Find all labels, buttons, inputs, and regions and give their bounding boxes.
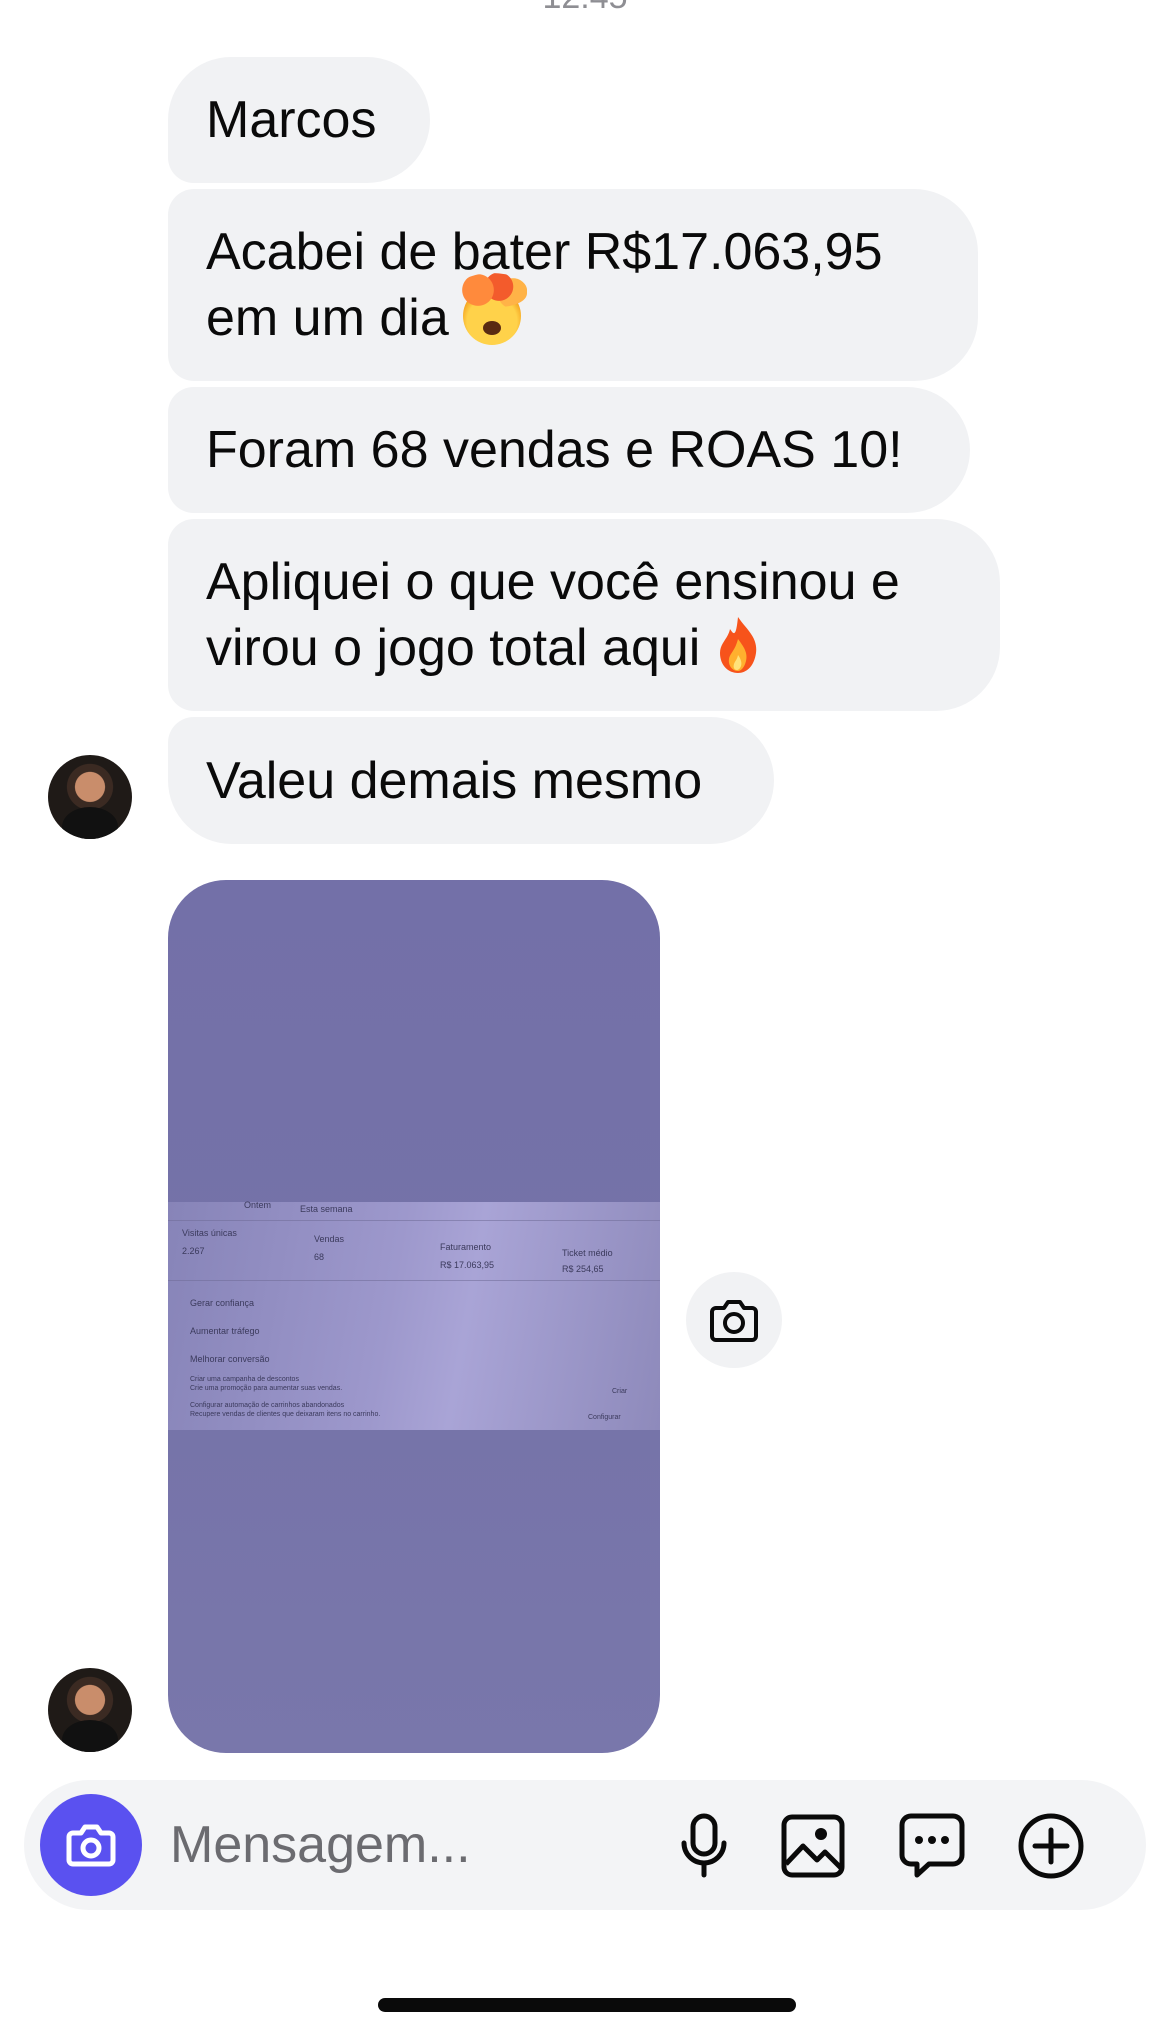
exploding-head-emoji-icon xyxy=(456,273,527,345)
metric-value: R$ 17.063,95 xyxy=(440,1260,495,1270)
message-text: Apliquei o que você ensinou e virou o jo… xyxy=(206,553,900,677)
message-text: Marcos xyxy=(206,91,377,149)
metric-label: Faturamento xyxy=(440,1242,492,1252)
camera-icon xyxy=(66,1824,116,1867)
message-bubble[interactable]: Valeu demais mesmo xyxy=(168,717,774,844)
metric-label: Visitas únicas xyxy=(182,1228,237,1238)
photo-tab: Esta semana xyxy=(300,1204,353,1214)
metric-value: R$ 254,65 xyxy=(562,1264,604,1274)
metric-label: Vendas xyxy=(314,1234,345,1244)
divider xyxy=(168,1220,660,1221)
divider xyxy=(168,1280,660,1281)
gallery-button[interactable] xyxy=(777,1810,849,1882)
sticker-icon xyxy=(899,1813,965,1878)
fire-emoji-icon xyxy=(720,617,757,673)
message-bubble[interactable]: Apliquei o que você ensinou e virou o jo… xyxy=(168,519,1000,711)
plus-button[interactable] xyxy=(1015,1810,1087,1882)
metric-value: 68 xyxy=(314,1252,325,1262)
message-bubble[interactable]: Acabei de bater R$17.063,95 em um dia xyxy=(168,189,978,381)
avatar[interactable] xyxy=(48,1668,132,1752)
metric-value: 2.267 xyxy=(182,1246,205,1256)
photo-tab: Ontem xyxy=(244,1200,272,1210)
message-bubble[interactable]: Marcos xyxy=(168,57,430,183)
checklist-item: Aumentar tráfego xyxy=(190,1326,260,1336)
message-text: Foram 68 vendas e ROAS 10! xyxy=(206,421,903,479)
image-icon xyxy=(781,1814,845,1878)
camera-button[interactable] xyxy=(40,1794,142,1896)
message-bubble[interactable]: Foram 68 vendas e ROAS 10! xyxy=(168,387,970,513)
tip-title: Configurar automação de carrinhos abando… xyxy=(190,1402,345,1409)
message-input[interactable] xyxy=(170,1806,670,1884)
status-time: 12:45 xyxy=(0,0,1170,17)
message-composer xyxy=(24,1780,1146,1910)
avatar[interactable] xyxy=(48,755,132,839)
plus-circle-icon xyxy=(1018,1813,1084,1879)
message-text: Valeu demais mesmo xyxy=(206,751,703,810)
tip-action: Configurar xyxy=(588,1414,621,1421)
message-content: Apliquei o que você ensinou e virou o jo… xyxy=(206,549,900,681)
home-indicator[interactable] xyxy=(378,1998,796,2012)
tip-desc: Recupere vendas de clientes que deixaram… xyxy=(190,1411,381,1418)
camera-button[interactable] xyxy=(686,1272,782,1368)
tip-title: Criar uma campanha de descontos xyxy=(190,1376,299,1383)
message-content: Acabei de bater R$17.063,95 em um dia xyxy=(206,219,883,351)
tip-desc: Crie uma promoção para aumentar suas ven… xyxy=(190,1385,343,1392)
message-text: Acabei de bater R$17.063,95 em um dia xyxy=(206,223,883,347)
camera-icon xyxy=(710,1300,758,1342)
dashboard-photo: Ontem Esta semana Visitas únicas 2.267 V… xyxy=(168,1200,660,1430)
metric-label: Ticket médio xyxy=(562,1248,613,1258)
microphone-button[interactable] xyxy=(668,1810,740,1882)
tip-action: Criar xyxy=(612,1388,628,1395)
photo-message[interactable]: Ontem Esta semana Visitas únicas 2.267 V… xyxy=(168,880,660,1753)
sticker-button[interactable] xyxy=(896,1810,968,1882)
checklist-item: Gerar confiança xyxy=(190,1298,255,1308)
microphone-icon xyxy=(681,1813,727,1878)
checklist-item: Melhorar conversão xyxy=(190,1354,270,1364)
